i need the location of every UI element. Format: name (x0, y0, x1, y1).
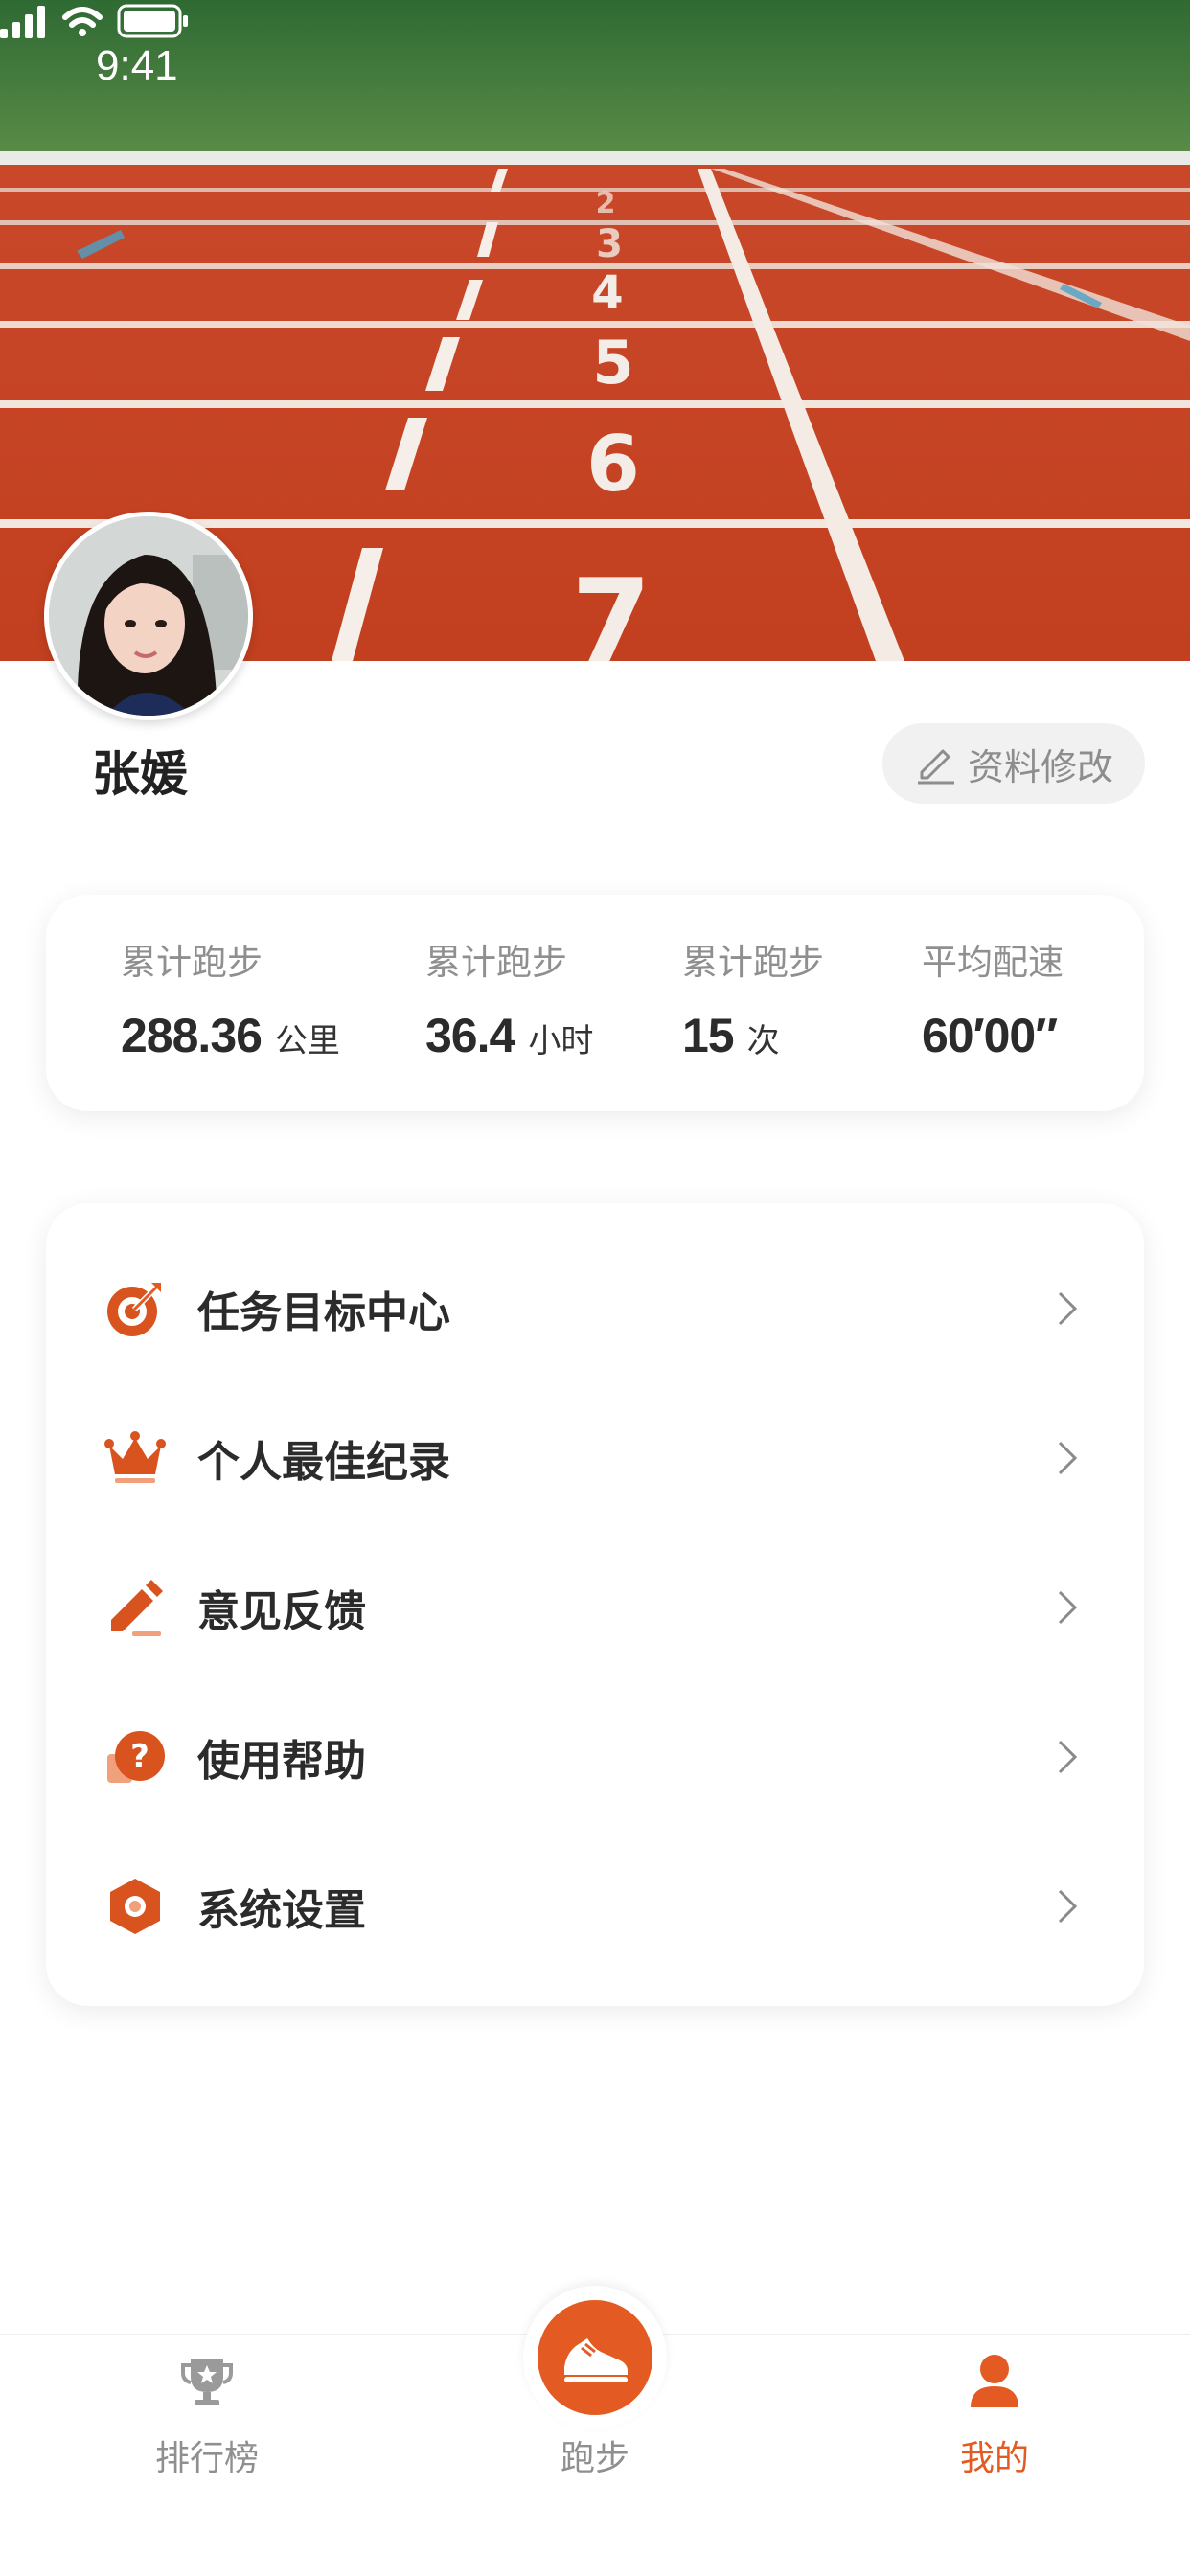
menu-item-help[interactable]: ? 使用帮助 (46, 1682, 1144, 1832)
menu-item-task-goals[interactable]: 任务目标中心 (46, 1234, 1144, 1383)
crown-icon (104, 1431, 166, 1483)
tab-label: 跑步 (560, 2439, 629, 2478)
run-button[interactable] (538, 2300, 652, 2415)
svg-text:6: 6 (586, 420, 640, 509)
chevron-right-icon (1058, 1889, 1078, 1924)
wifi-icon (62, 7, 103, 36)
stat-total-distance: 累计跑步 288.36 公里 (121, 933, 340, 1063)
svg-text:?: ? (130, 1738, 149, 1776)
user-icon (971, 2355, 1018, 2407)
tab-label: 排行榜 (154, 2439, 259, 2478)
stat-value: 60′00″ (922, 1009, 1058, 1062)
status-icons (0, 4, 188, 38)
stat-unit: 公里 (274, 1022, 340, 1060)
stat-label: 累计跑步 (682, 942, 824, 983)
status-time: 9:41 (96, 42, 178, 89)
status-bar: 9:41 (0, 0, 1190, 134)
menu-item-personal-best[interactable]: 个人最佳纪录 (46, 1383, 1144, 1533)
settings-icon (110, 1879, 160, 1934)
tab-mine[interactable]: 我的 (851, 2335, 1138, 2497)
svg-text:3: 3 (596, 222, 623, 266)
tab-leaderboard[interactable]: 排行榜 (63, 2335, 351, 2497)
avatar[interactable] (44, 512, 253, 720)
shoe-icon (564, 2338, 628, 2382)
stat-unit: 小时 (528, 1022, 594, 1060)
battery-icon (117, 4, 188, 38)
tab-label: 我的 (959, 2439, 1029, 2478)
target-icon (107, 1283, 161, 1336)
stat-label: 累计跑步 (121, 942, 263, 983)
stat-average-pace: 平均配速 60′00″ (922, 933, 1070, 1063)
help-icon: ? (107, 1731, 165, 1783)
menu-item-settings[interactable]: 系统设置 (46, 1832, 1144, 1981)
svg-text:4: 4 (591, 266, 623, 320)
stat-total-count: 累计跑步 15 次 (682, 933, 824, 1063)
edit-profile-label: 资料修改 (967, 745, 1113, 788)
stat-value: 15 (682, 1009, 735, 1062)
edit-profile-button[interactable]: 资料修改 (882, 723, 1145, 804)
user-name: 张媛 (92, 746, 188, 802)
stat-label: 平均配速 (922, 942, 1064, 983)
trophy-icon (181, 2359, 233, 2405)
pencil-icon (111, 1580, 163, 1636)
edit-icon (917, 749, 954, 785)
svg-text:2: 2 (596, 187, 616, 220)
stat-unit: 次 (746, 1022, 780, 1060)
chevron-right-icon (1058, 1441, 1078, 1475)
stat-label: 累计跑步 (425, 942, 567, 983)
svg-text:5: 5 (592, 328, 633, 398)
avatar-photo (49, 516, 248, 716)
svg-text:7: 7 (571, 556, 652, 661)
stat-value: 288.36 (121, 1009, 263, 1062)
stat-value: 36.4 (425, 1009, 515, 1062)
chevron-right-icon (1058, 1590, 1078, 1625)
signal-icon (0, 6, 45, 38)
menu-card: 任务目标中心 个人最佳纪录 意见反馈 ? 使用帮助 系统设置 (46, 1203, 1144, 2006)
menu-label: 个人最佳纪录 (197, 1438, 450, 1487)
menu-label: 使用帮助 (197, 1737, 366, 1786)
menu-label: 系统设置 (197, 1886, 366, 1935)
chevron-right-icon (1058, 1291, 1078, 1326)
stats-card: 累计跑步 288.36 公里 累计跑步 36.4 小时 累计跑步 15 次 平均… (46, 895, 1144, 1111)
menu-label: 意见反馈 (197, 1587, 366, 1636)
stat-total-time: 累计跑步 36.4 小时 (425, 933, 593, 1063)
chevron-right-icon (1058, 1740, 1078, 1774)
menu-item-feedback[interactable]: 意见反馈 (46, 1533, 1144, 1682)
menu-label: 任务目标中心 (197, 1288, 450, 1337)
